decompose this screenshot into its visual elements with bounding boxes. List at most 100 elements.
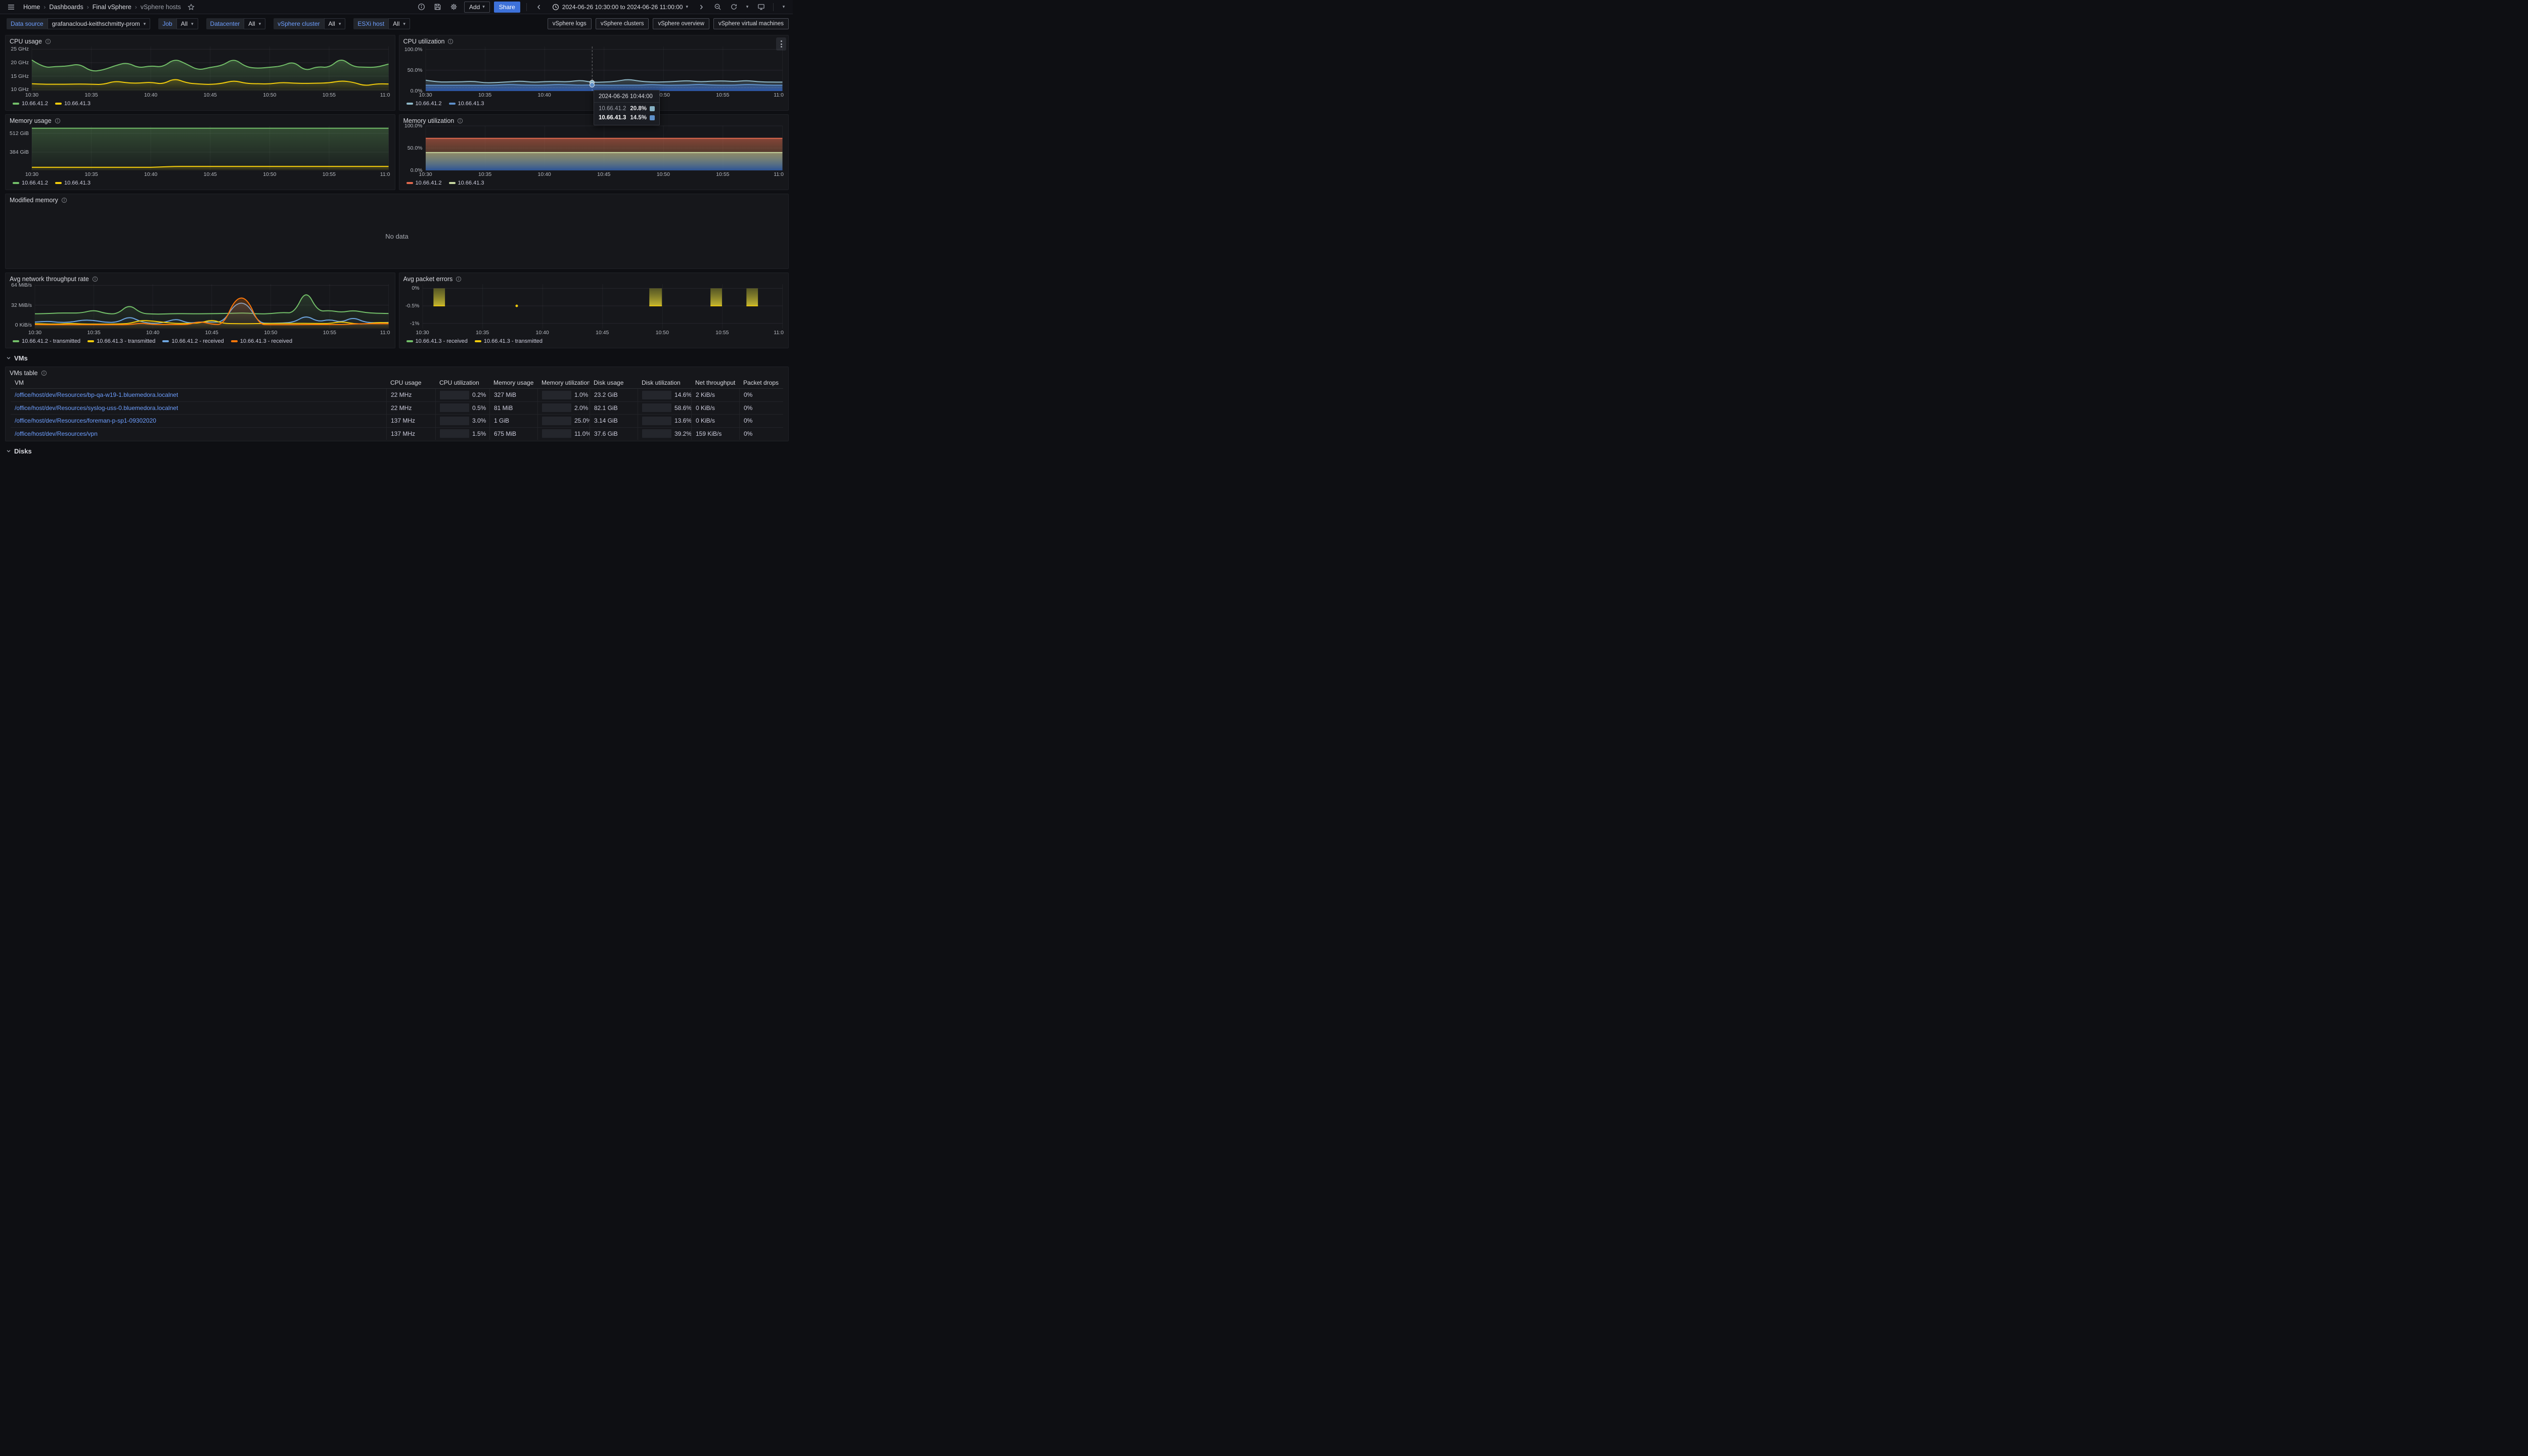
add-button[interactable]: Add ▾ (464, 2, 490, 13)
toolbar-collapse-button[interactable]: ▾ (780, 2, 788, 13)
column-header[interactable]: Memory usage (489, 377, 537, 388)
save-dashboard-button[interactable] (432, 2, 444, 13)
panel-title[interactable]: Memory usage (10, 117, 52, 124)
esxi-host-select[interactable]: All ▾ (388, 18, 410, 29)
cluster-label[interactable]: vSphere cluster (274, 18, 324, 29)
chevron-down-icon: ▾ (783, 5, 785, 9)
breadcrumb-item[interactable]: Dashboards (49, 4, 83, 11)
legend-item[interactable]: 10.66.41.3 (55, 180, 91, 186)
dashboard-link-vsphere-virtual-machines[interactable]: vSphere virtual machines (713, 18, 789, 29)
cluster-select[interactable]: All ▾ (324, 18, 346, 29)
time-forward-button[interactable] (695, 2, 707, 13)
chart-plot[interactable] (426, 47, 783, 91)
x-axis-label: 10:30 (419, 92, 432, 98)
data-source-label[interactable]: Data source (7, 18, 48, 29)
datacenter-label[interactable]: Datacenter (206, 18, 244, 29)
y-axis-label: 50.0% (408, 145, 423, 151)
x-axis-label: 10:50 (264, 330, 277, 336)
y-axis-label: 64 MiB/s (11, 282, 32, 288)
column-header[interactable]: VM (11, 377, 386, 388)
legend-item[interactable]: 10.66.41.3 - transmitted (87, 338, 155, 344)
info-icon (447, 38, 454, 44)
memory-usage-cell: 1 GiB (489, 415, 537, 427)
zoom-out-button[interactable] (711, 2, 724, 13)
x-axis-label: 10:45 (596, 330, 609, 336)
breadcrumb-item[interactable]: Home (23, 4, 40, 11)
x-axis-label: 10:50 (656, 330, 669, 336)
share-button[interactable]: Share (494, 2, 520, 13)
dashboard-insights-button[interactable] (416, 2, 428, 13)
legend-item[interactable]: 10.66.41.2 - received (162, 338, 223, 344)
esxi-host-label[interactable]: ESXi host (353, 18, 388, 29)
datacenter-select[interactable]: All ▾ (244, 18, 265, 29)
dashboard-link-vsphere-logs[interactable]: vSphere logs (548, 18, 592, 29)
legend: 10.66.41.2 10.66.41.3 (6, 99, 395, 110)
y-axis-label: 100.0% (404, 47, 423, 53)
vm-link[interactable]: /office/host/dev/Resources/vpn (15, 430, 98, 437)
tooltip-series-swatch (650, 106, 655, 111)
job-label[interactable]: Job (158, 18, 176, 29)
time-range-picker[interactable]: 2024-06-26 10:30:00 to 2024-06-26 11:00:… (549, 2, 691, 13)
disk-utilization-cell: 58.6% (638, 402, 691, 415)
panel-title[interactable]: Avg packet errors (403, 276, 453, 283)
dashboard-grid: CPU usage 25 GHz20 GHz15 GHz10 GHz 10:30… (0, 32, 793, 456)
legend-item[interactable]: 10.66.41.3 - transmitted (475, 338, 543, 344)
legend-item[interactable]: 10.66.41.2 - transmitted (13, 338, 80, 344)
legend-item[interactable]: 10.66.41.3 (449, 101, 484, 107)
dashboard-settings-button[interactable] (448, 2, 460, 13)
chart-plot[interactable] (32, 47, 389, 91)
x-axis-label: 10:40 (146, 330, 159, 336)
no-data-message: No data (6, 204, 788, 268)
vm-link[interactable]: /office/host/dev/Resources/bp-qa-w19-1.b… (15, 391, 178, 398)
column-header[interactable]: Net throughput (691, 377, 739, 388)
panel-title[interactable]: CPU utilization (403, 38, 445, 45)
column-header[interactable]: Disk usage (590, 377, 638, 388)
legend-item[interactable]: 10.66.41.3 - received (407, 338, 468, 344)
data-source-select[interactable]: grafanacloud-keithschmitty-prom ▾ (48, 18, 151, 29)
column-header[interactable]: Memory utilization (537, 377, 590, 388)
tooltip-series-name: 10.66.41.3 (599, 115, 626, 121)
legend-item[interactable]: 10.66.41.2 (13, 101, 48, 107)
section-disks[interactable]: Disks (5, 445, 789, 456)
chart-plot[interactable] (32, 126, 389, 170)
panel-title[interactable]: CPU usage (10, 38, 42, 45)
legend-label: 10.66.41.2 - transmitted (22, 338, 80, 344)
legend-item[interactable]: 10.66.41.2 (407, 180, 442, 186)
divider (526, 3, 527, 11)
dashboard-link-vsphere-clusters[interactable]: vSphere clusters (596, 18, 649, 29)
job-select[interactable]: All ▾ (176, 18, 198, 29)
legend-item[interactable]: 10.66.41.3 (449, 180, 484, 186)
section-vms[interactable]: VMs (5, 352, 789, 363)
dashboard-link-vsphere-overview[interactable]: vSphere overview (653, 18, 709, 29)
panel-title[interactable]: Modified memory (10, 197, 58, 204)
panel-title[interactable]: VMs table (10, 370, 38, 377)
chart-plot[interactable] (35, 284, 389, 329)
column-header[interactable]: Disk utilization (638, 377, 691, 388)
breadcrumb-separator: › (87, 4, 89, 11)
breadcrumb-item[interactable]: Final vSphere (93, 4, 131, 11)
legend-label: 10.66.41.3 - received (416, 338, 468, 344)
breadcrumb-item[interactable]: vSphere hosts (141, 4, 181, 11)
column-header[interactable]: Packet drops (739, 377, 783, 388)
save-icon (434, 3, 441, 11)
tv-mode-button[interactable] (755, 2, 767, 13)
chart-plot[interactable] (426, 126, 783, 170)
refresh-interval-button[interactable]: ▾ (744, 2, 751, 13)
chart-plot[interactable] (423, 284, 783, 329)
memory-usage-cell: 327 MiB (489, 389, 537, 401)
favorite-button[interactable] (185, 2, 197, 13)
time-back-button[interactable] (533, 2, 545, 13)
column-header[interactable]: CPU utilization (435, 377, 489, 388)
legend-item[interactable]: 10.66.41.2 (13, 180, 48, 186)
legend-item[interactable]: 10.66.41.3 - received (231, 338, 292, 344)
vm-link[interactable]: /office/host/dev/Resources/foreman-p-sp1… (15, 417, 156, 424)
panel-title[interactable]: Avg network throughput rate (10, 276, 89, 283)
chevron-right-icon (698, 4, 704, 10)
refresh-button[interactable] (728, 2, 740, 13)
legend-item[interactable]: 10.66.41.2 (407, 101, 442, 107)
legend-item[interactable]: 10.66.41.3 (55, 101, 91, 107)
vm-link[interactable]: /office/host/dev/Resources/syslog-uss-0.… (15, 404, 178, 412)
column-header[interactable]: CPU usage (386, 377, 435, 388)
menu-button[interactable] (5, 2, 17, 13)
panel-header: Modified memory (6, 194, 788, 204)
